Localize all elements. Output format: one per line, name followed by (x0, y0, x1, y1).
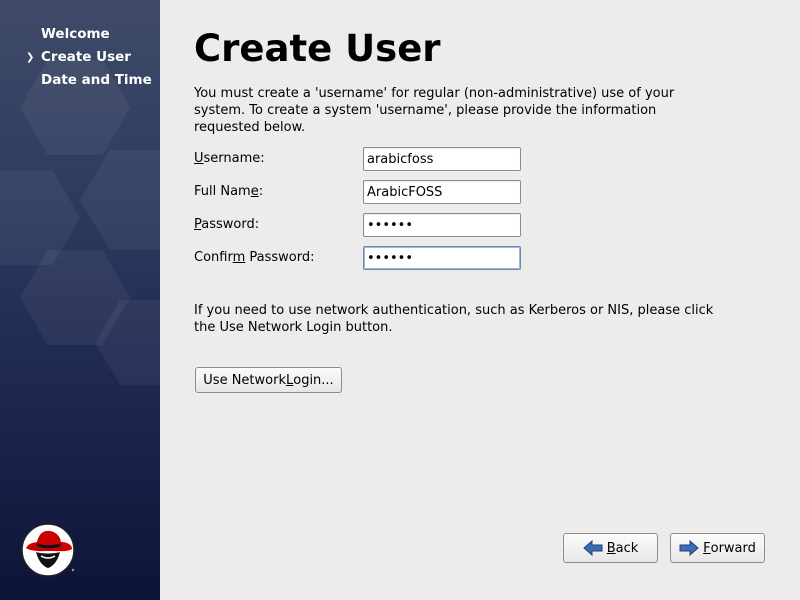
full-name-row: Full Name: (194, 180, 521, 204)
sidebar: Welcome ❯ Create User Date and Time (0, 0, 160, 600)
sidebar-item-label: Welcome (41, 26, 110, 42)
arrow-left-icon (582, 540, 603, 556)
confirm-password-field[interactable] (363, 246, 521, 270)
sidebar-item-label: Create User (41, 49, 131, 65)
password-label: Password: (194, 217, 260, 232)
sidebar-item-date-and-time: Date and Time (26, 72, 156, 89)
full-name-field[interactable] (363, 180, 521, 204)
chevron-right-icon: ❯ (26, 52, 35, 63)
network-auth-note: If you need to use network authenticatio… (194, 303, 714, 335)
password-row: Password: (194, 213, 521, 237)
intro-text: You must create a 'username' for regular… (194, 86, 675, 135)
username-label: Username: (194, 151, 265, 166)
sidebar-item-label: Date and Time (41, 72, 152, 88)
forward-button[interactable]: Forward (670, 533, 765, 563)
confirm-password-row: Confirm Password: (194, 246, 521, 270)
sidebar-steps: Welcome ❯ Create User Date and Time (26, 26, 156, 95)
sidebar-item-create-user: ❯ Create User (26, 49, 156, 66)
full-name-label: Full Name: (194, 184, 264, 199)
sidebar-item-welcome: Welcome (26, 26, 156, 43)
username-field[interactable] (363, 147, 521, 171)
use-network-login-button[interactable]: Use Network Login... (195, 367, 342, 393)
password-field[interactable] (363, 213, 521, 237)
back-button[interactable]: Back (563, 533, 658, 563)
arrow-right-icon (679, 540, 699, 556)
redhat-shadowman-logo (21, 523, 75, 577)
page-title: Create User (194, 27, 441, 70)
username-row: Username: (194, 147, 521, 171)
background-hexagon (80, 150, 160, 250)
main-content: Create User You must create a 'username'… (160, 0, 800, 600)
confirm-password-label: Confirm Password: (194, 250, 315, 265)
